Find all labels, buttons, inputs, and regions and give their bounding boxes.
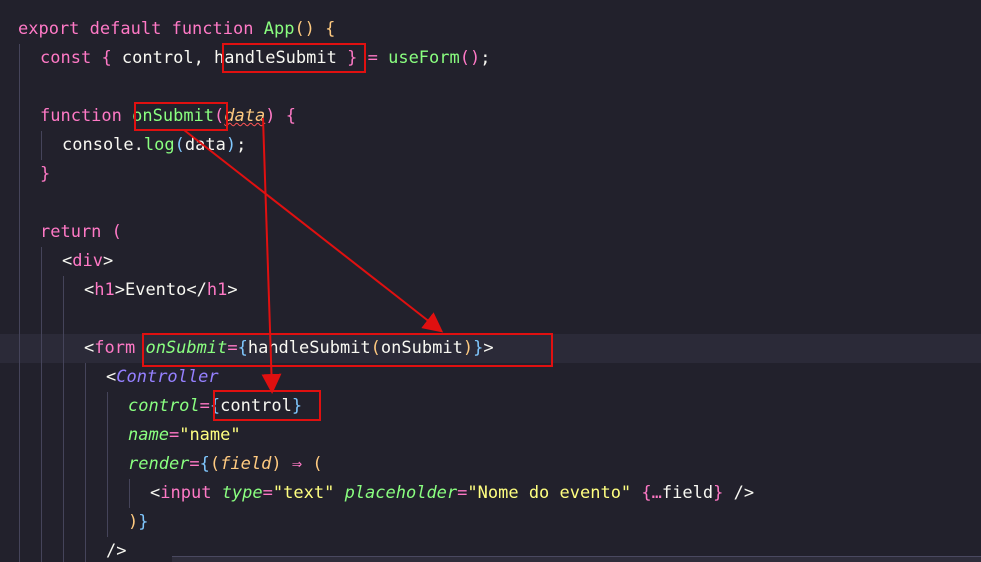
code-editor[interactable]: export default function App() {const { c… [0,0,981,562]
suggest-widget-edge [172,556,981,562]
arrow-onsubmit-to-form [183,129,444,333]
arrow-handlesubmit-to-control [261,117,282,394]
annotation-arrows [183,117,444,394]
